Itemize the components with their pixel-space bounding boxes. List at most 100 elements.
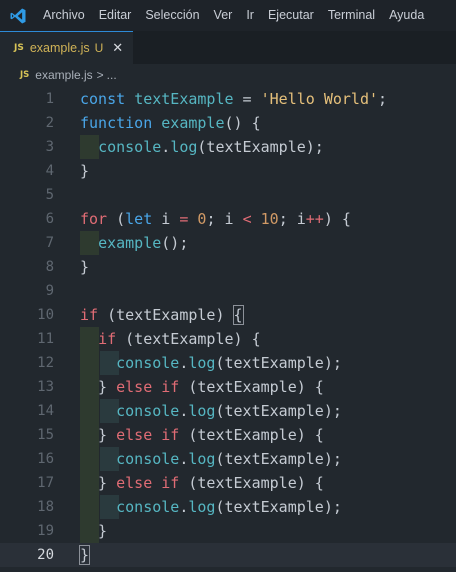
line-number: 1 [45,91,54,107]
line-number: 13 [37,379,54,395]
code-token: (textExample); [215,498,342,516]
code-token: if [98,330,117,348]
code-text: if (textExample) { [80,303,244,327]
code-text: } [78,543,91,567]
code-text: } [80,519,107,543]
code-line[interactable]: 1 const textExample = 'Hello World'; [0,87,456,111]
code-line[interactable]: 19 } [0,519,456,543]
menu-item-ir[interactable]: Ir [239,0,261,31]
code-token: if [80,306,99,324]
vscode-logo-icon[interactable] [0,0,36,31]
code-text: console.log(textExample); [80,447,342,471]
code-line[interactable]: 5 [0,183,456,207]
code-line[interactable]: 13 } else if (textExample) { [0,375,456,399]
code-line[interactable]: 11 if (textExample) { [0,327,456,351]
menu-item-terminal[interactable]: Terminal [321,0,382,31]
code-token: (textExample); [215,354,342,372]
code-token: (textExample); [197,138,324,156]
code-token: ; [378,90,388,108]
code-line[interactable]: 15 } else if (textExample) { [0,423,456,447]
code-line[interactable]: 20} [0,543,456,567]
line-number: 2 [45,115,54,131]
code-token: let [125,210,153,228]
tab-example-js[interactable]: JS example.js U ✕ [0,31,134,64]
code-token: (textExample); [215,402,342,420]
code-token: textExample [134,90,234,108]
code-token: function [80,114,162,132]
code-line[interactable]: 14 console.log(textExample); [0,399,456,423]
code-token: else if [116,474,180,492]
code-token: (); [161,234,189,252]
breadcrumb-symbols[interactable]: ... [107,68,117,82]
code-token: (textExample) { [179,378,324,396]
code-line[interactable]: 6 for (let i = 0; i < 10; i++) { [0,207,456,231]
code-line[interactable]: 16 console.log(textExample); [0,447,456,471]
code-text: console.log(textExample); [80,495,342,519]
tab-label: example.js [29,41,90,55]
code-token: console [116,450,180,468]
javascript-file-icon: JS [14,43,24,53]
menu-item-selección[interactable]: Selección [138,0,206,31]
code-token: console [116,354,180,372]
menu-item-ver[interactable]: Ver [207,0,240,31]
code-token: 'Hello World' [260,90,379,108]
code-line[interactable]: 17 } else if (textExample) { [0,471,456,495]
code-token: else if [116,378,180,396]
line-number: 19 [37,523,54,539]
code-editor[interactable]: 1 const textExample = 'Hello World'; 2 func… [0,87,456,572]
line-number: 3 [45,139,54,155]
menu-bar: Archivo Editar Selección Ver Ir Ejecutar Termi… [0,0,456,31]
code-line[interactable]: 2 function example() { [0,111,456,135]
code-token: i [152,210,180,228]
code-line[interactable]: 8} [0,255,456,279]
line-number: 7 [45,235,54,251]
code-token: } [80,258,90,276]
code-token: ++ [305,210,324,228]
line-number: 12 [37,355,54,371]
code-token: (textExample) { [179,474,324,492]
code-token: . [161,138,171,156]
code-token: (textExample); [215,450,342,468]
code-token: 10 [260,210,279,228]
line-number: 20 [37,547,54,563]
line-number: 18 [37,499,54,515]
code-token: log [188,354,216,372]
code-token: = [233,90,261,108]
line-number: 16 [37,451,54,467]
line-number: 4 [45,163,54,179]
matched-bracket: } [78,545,91,565]
code-line[interactable]: 3 console.log(textExample); [0,135,456,159]
code-line[interactable]: 10 if (textExample) { [0,303,456,327]
tab-bar: JS example.js U ✕ [0,31,456,64]
code-line[interactable]: 7 example(); [0,231,456,255]
line-number: 10 [37,307,54,323]
code-token: } [80,378,117,396]
code-token: } [80,474,117,492]
code-text: console.log(textExample); [80,399,342,423]
menu-item-archivo[interactable]: Archivo [36,0,92,31]
menu-item-ayuda[interactable]: Ayuda [382,0,431,31]
code-line[interactable]: 9 [0,279,456,303]
breadcrumb-file[interactable]: example.js [35,68,92,82]
code-line[interactable]: 12 console.log(textExample); [0,351,456,375]
code-line[interactable]: 18 console.log(textExample); [0,495,456,519]
code-token: ; i [278,210,306,228]
line-number: 17 [37,475,54,491]
line-number: 8 [45,259,54,275]
menu-item-ejecutar[interactable]: Ejecutar [261,0,321,31]
code-token: example [161,114,225,132]
code-text: const textExample = 'Hello World'; [80,87,387,111]
menu-item-editar[interactable]: Editar [92,0,139,31]
code-text: } else if (textExample) { [80,375,324,399]
code-line[interactable]: 4} [0,159,456,183]
code-token: for [80,210,108,228]
close-icon[interactable]: ✕ [112,40,123,56]
code-token: ( [107,210,126,228]
code-token: (textExample) { [179,426,324,444]
code-token: log [188,450,216,468]
